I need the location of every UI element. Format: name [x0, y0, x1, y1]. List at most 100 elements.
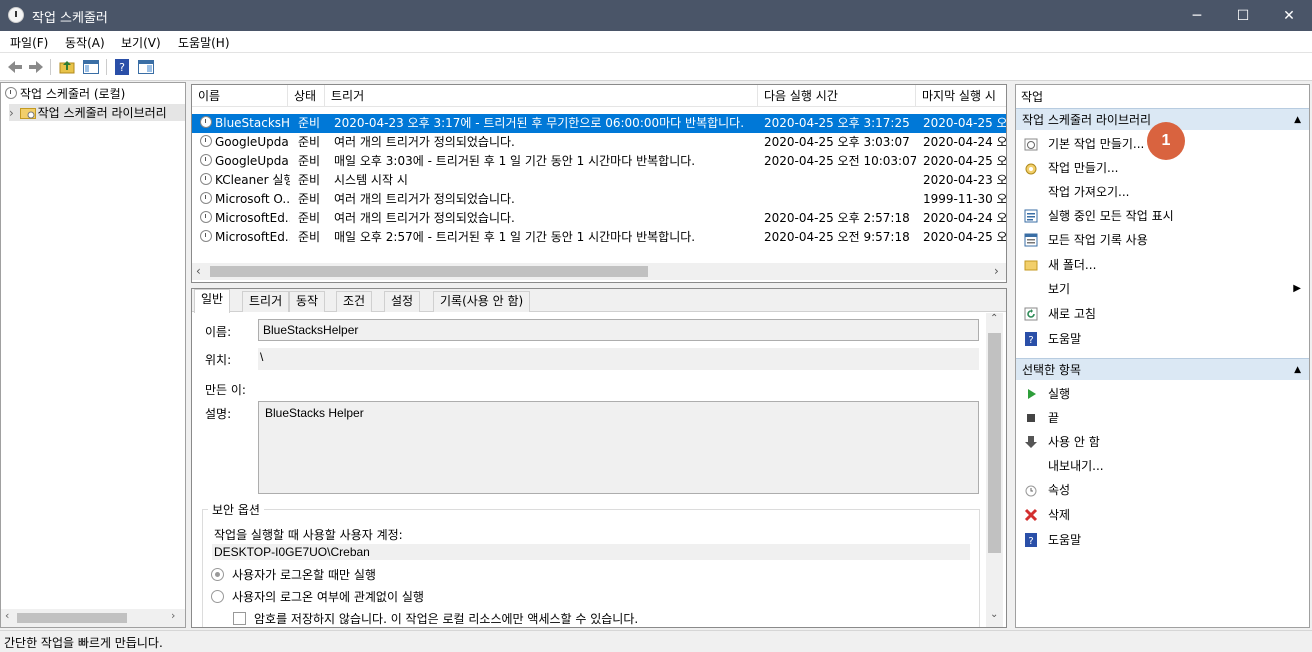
- tab-general[interactable]: 일반: [194, 289, 231, 313]
- task-list-horizontal-scrollbar[interactable]: ‹ ›: [192, 263, 1006, 280]
- tab-history[interactable]: 기록(사용 안 함): [433, 291, 531, 312]
- column-header-next-run[interactable]: 다음 실행 시간: [758, 85, 916, 107]
- tab-triggers[interactable]: 트리거: [242, 291, 290, 312]
- task-last-run-cell: 2020-04-24 오: [923, 211, 1007, 225]
- help-icon[interactable]: ?: [113, 58, 131, 76]
- task-next-run-cell: 2020-04-25 오후 3:17:25: [764, 116, 910, 130]
- basic-task-icon: [1024, 138, 1038, 151]
- column-header-trigger[interactable]: 트리거: [325, 85, 758, 107]
- tab-settings[interactable]: 설정: [384, 291, 421, 312]
- view-submenu-action[interactable]: 보기 ▶: [1016, 277, 1309, 301]
- window-title: 작업 스케줄러: [32, 11, 108, 26]
- run-action[interactable]: 실행: [1016, 382, 1309, 406]
- menu-help[interactable]: 도움말(H): [178, 34, 230, 51]
- svg-text:?: ?: [1028, 536, 1033, 547]
- export-action[interactable]: 내보내기...: [1016, 454, 1309, 478]
- action-label: 보기: [1048, 282, 1071, 296]
- help-action[interactable]: ? 도움말: [1016, 327, 1309, 351]
- section-header-selected[interactable]: 선택한 항목 ▲: [1016, 358, 1309, 380]
- task-status-cell: 준비: [298, 154, 321, 168]
- actions-pane: 작업 작업 스케줄러 라이브러리 ▲ 기본 작업 만들기... 작업 만들기..…: [1015, 84, 1310, 628]
- menu-bar: 파일(F) 동작(A) 보기(V) 도움말(H): [0, 31, 1312, 53]
- scroll-right-icon[interactable]: ›: [171, 609, 175, 622]
- radio-always-run[interactable]: [211, 590, 224, 603]
- task-status-cell: 준비: [298, 192, 321, 206]
- clock-icon: [5, 87, 17, 99]
- menu-action[interactable]: 동작(A): [65, 34, 105, 51]
- clock-icon: [200, 154, 212, 166]
- forward-arrow-icon[interactable]: [27, 58, 45, 76]
- delete-action[interactable]: 삭제: [1016, 503, 1309, 527]
- section-selected-label: 선택한 항목: [1022, 363, 1082, 377]
- task-next-run-cell: 2020-04-25 오전 10:03:07: [764, 154, 916, 168]
- table-row[interactable]: GoogleUpda... 준비 매일 오후 3:03에 - 트리거된 후 1 …: [192, 152, 1006, 171]
- create-task-icon: [1025, 163, 1037, 175]
- task-status-cell: 준비: [298, 230, 321, 244]
- enable-history-action[interactable]: 모든 작업 기록 사용: [1016, 228, 1309, 252]
- tree-item-root[interactable]: 작업 스케줄러 (로컬): [5, 85, 125, 102]
- table-row[interactable]: MicrosoftEd... 준비 여러 개의 트리거가 정의되었습니다. 20…: [192, 209, 1007, 228]
- show-hide-tree-icon[interactable]: [82, 58, 100, 76]
- task-name-field[interactable]: BlueStacksHelper: [258, 319, 979, 341]
- radio-logon-only[interactable]: [211, 568, 224, 581]
- properties-action[interactable]: 속성: [1016, 478, 1309, 502]
- tab-actions[interactable]: 동작: [289, 291, 326, 312]
- menu-file[interactable]: 파일(F): [10, 34, 48, 51]
- task-description-field[interactable]: BlueStacks Helper: [258, 401, 979, 494]
- column-header-status[interactable]: 상태: [288, 85, 325, 107]
- show-action-pane-icon[interactable]: [137, 58, 155, 76]
- close-button[interactable]: ✕: [1266, 0, 1312, 31]
- tree-horizontal-scrollbar[interactable]: ‹ ›: [1, 609, 185, 627]
- chevron-right-icon[interactable]: ›: [9, 106, 14, 120]
- do-not-store-password-checkbox[interactable]: [233, 612, 246, 625]
- task-last-run-cell: 2020-04-23 오: [923, 173, 1007, 187]
- back-arrow-icon[interactable]: [6, 58, 24, 76]
- column-header-name[interactable]: 이름: [192, 85, 288, 107]
- help-selected-action[interactable]: ? 도움말: [1016, 528, 1309, 552]
- menu-view[interactable]: 보기(V): [121, 34, 161, 51]
- table-row[interactable]: KCleaner 실행 준비 시스템 시작 시 2020-04-23 오: [192, 171, 1007, 190]
- task-trigger-cell: 매일 오후 2:57에 - 트리거된 후 1 일 기간 동안 1 시간마다 반복…: [334, 230, 696, 244]
- refresh-icon: [1024, 307, 1038, 321]
- folder-icon: [1024, 260, 1038, 271]
- table-row[interactable]: GoogleUpda... 준비 여러 개의 트리거가 정의되었습니다. 202…: [192, 133, 1006, 152]
- play-icon: [1028, 389, 1036, 399]
- action-label: 도움말: [1048, 533, 1082, 547]
- new-folder-action[interactable]: 새 폴더...: [1016, 253, 1309, 277]
- maximize-button[interactable]: ☐: [1220, 0, 1266, 31]
- column-header-last-run[interactable]: 마지막 실행 시: [916, 85, 1006, 107]
- collapse-caret-icon[interactable]: ▲: [1294, 359, 1301, 381]
- svg-text:?: ?: [1028, 335, 1033, 346]
- refresh-action[interactable]: 새로 고침: [1016, 302, 1309, 326]
- up-folder-icon[interactable]: [58, 58, 76, 76]
- action-label: 모든 작업 기록 사용: [1048, 233, 1148, 247]
- disable-action[interactable]: 사용 안 함: [1016, 430, 1309, 454]
- toolbar: ?: [0, 53, 1312, 81]
- scroll-left-icon[interactable]: ‹: [196, 264, 201, 278]
- task-name-cell: GoogleUpda...: [196, 133, 290, 152]
- import-task-action[interactable]: 작업 가져오기...: [1016, 180, 1309, 204]
- account-value: DESKTOP-I0GE7UO\Creban: [212, 544, 970, 560]
- scroll-thumb[interactable]: [210, 266, 648, 277]
- scroll-thumb[interactable]: [17, 613, 127, 623]
- task-status-cell: 준비: [298, 211, 321, 225]
- scroll-right-icon[interactable]: ›: [994, 264, 999, 278]
- clock-icon: [8, 7, 24, 23]
- scroll-left-icon[interactable]: ‹: [5, 609, 9, 622]
- tree-item-library[interactable]: › 작업 스케줄러 라이브러리: [9, 104, 185, 121]
- scroll-down-icon[interactable]: ⌄: [990, 609, 998, 620]
- action-label: 내보내기...: [1048, 459, 1104, 473]
- end-action[interactable]: 끝: [1016, 406, 1309, 430]
- collapse-caret-icon[interactable]: ▲: [1294, 109, 1301, 131]
- display-running-tasks-action[interactable]: 실행 중인 모든 작업 표시: [1016, 204, 1309, 228]
- task-status-cell: 준비: [298, 173, 321, 187]
- tab-conditions[interactable]: 조건: [336, 291, 373, 312]
- table-row[interactable]: Microsoft O... 준비 여러 개의 트리거가 정의되었습니다. 19…: [192, 190, 1006, 209]
- details-vertical-scrollbar[interactable]: ⌃ ⌄: [986, 313, 1003, 627]
- scroll-up-icon[interactable]: ⌃: [990, 313, 998, 324]
- scroll-thumb[interactable]: [988, 333, 1001, 553]
- table-row[interactable]: BlueStacksH... 준비 2020-04-23 오후 3:17에 - …: [192, 114, 1006, 133]
- submenu-arrow-icon: ▶: [1293, 283, 1301, 294]
- table-row[interactable]: MicrosoftEd... 준비 매일 오후 2:57에 - 트리거된 후 1…: [192, 228, 1006, 247]
- minimize-button[interactable]: ─: [1174, 0, 1220, 31]
